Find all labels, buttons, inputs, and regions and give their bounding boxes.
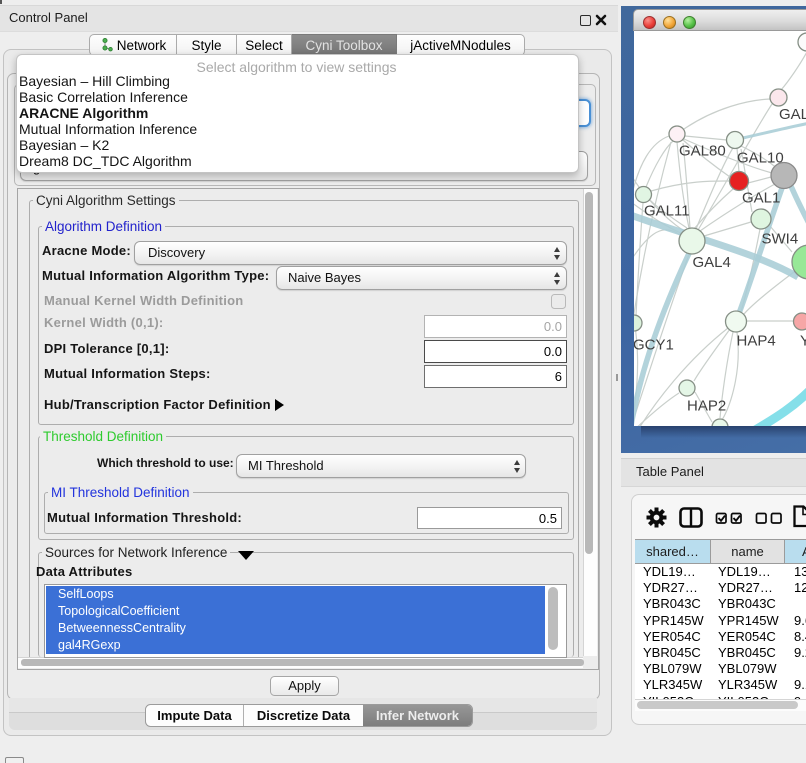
svg-text:GAL1: GAL1 (742, 190, 780, 207)
svg-text:SWI4: SWI4 (762, 231, 799, 248)
svg-text:GAL2: GAL2 (779, 106, 806, 123)
svg-text:GAL4: GAL4 (693, 254, 731, 271)
svg-text:HAP4: HAP4 (737, 333, 776, 350)
svg-text:GCY1: GCY1 (634, 337, 674, 354)
svg-text:GAL10: GAL10 (737, 150, 784, 167)
svg-text:GAL80: GAL80 (679, 143, 726, 160)
svg-text:HAP2: HAP2 (687, 398, 726, 415)
svg-text:GAL11: GAL11 (644, 203, 690, 220)
svg-text:YP: YP (800, 333, 806, 350)
